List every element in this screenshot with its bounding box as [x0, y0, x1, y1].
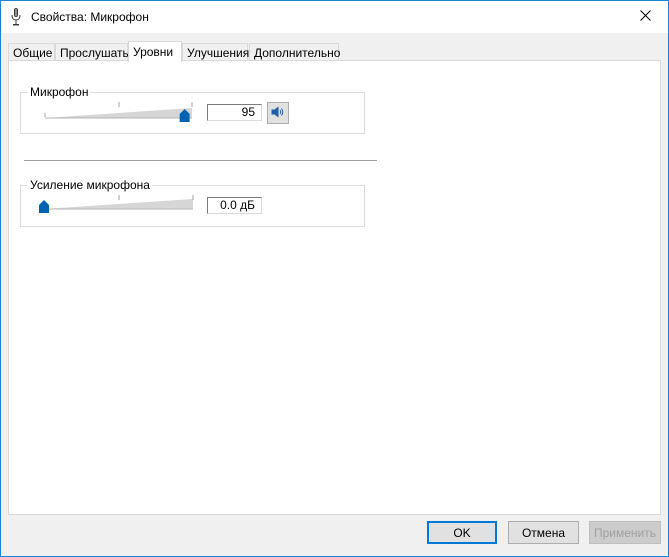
window-title: Свойства: Микрофон	[31, 10, 149, 24]
boost-slider-thumb	[39, 200, 49, 213]
section-divider	[24, 160, 377, 161]
tab-advanced[interactable]: Дополнительно	[249, 43, 340, 61]
properties-window: Свойства: Микрофон Общие Прослушать Уров…	[0, 0, 669, 557]
boost-group: Усиление микрофона 0.0 дБ	[20, 178, 365, 227]
close-icon	[639, 9, 651, 24]
ok-button[interactable]: OK	[427, 521, 497, 544]
cancel-button[interactable]: Отмена	[508, 521, 579, 544]
tab-enhancements[interactable]: Улучшения	[182, 43, 249, 61]
microphone-level-slider[interactable]	[43, 102, 195, 126]
speaker-icon	[271, 106, 285, 121]
microphone-group: Микрофон 95	[20, 85, 365, 134]
boost-level-slider[interactable]	[38, 193, 194, 217]
boost-label: Усиление микрофона	[28, 178, 152, 192]
levels-panel: Микрофон 95 Усиление микрофона 0.0 дБ	[8, 60, 661, 515]
microphone-icon	[11, 8, 21, 26]
close-button[interactable]	[622, 1, 668, 32]
title-bar: Свойства: Микрофон	[1, 1, 668, 33]
tab-levels[interactable]: Уровни	[128, 41, 182, 62]
tab-listen[interactable]: Прослушать	[55, 43, 129, 61]
microphone-level-value[interactable]: 95	[207, 104, 262, 121]
mute-toggle-button[interactable]	[267, 102, 289, 124]
boost-level-value[interactable]: 0.0 дБ	[207, 197, 262, 214]
apply-button[interactable]: Применить	[589, 521, 661, 544]
microphone-label: Микрофон	[28, 85, 91, 99]
tab-general[interactable]: Общие	[8, 43, 55, 61]
